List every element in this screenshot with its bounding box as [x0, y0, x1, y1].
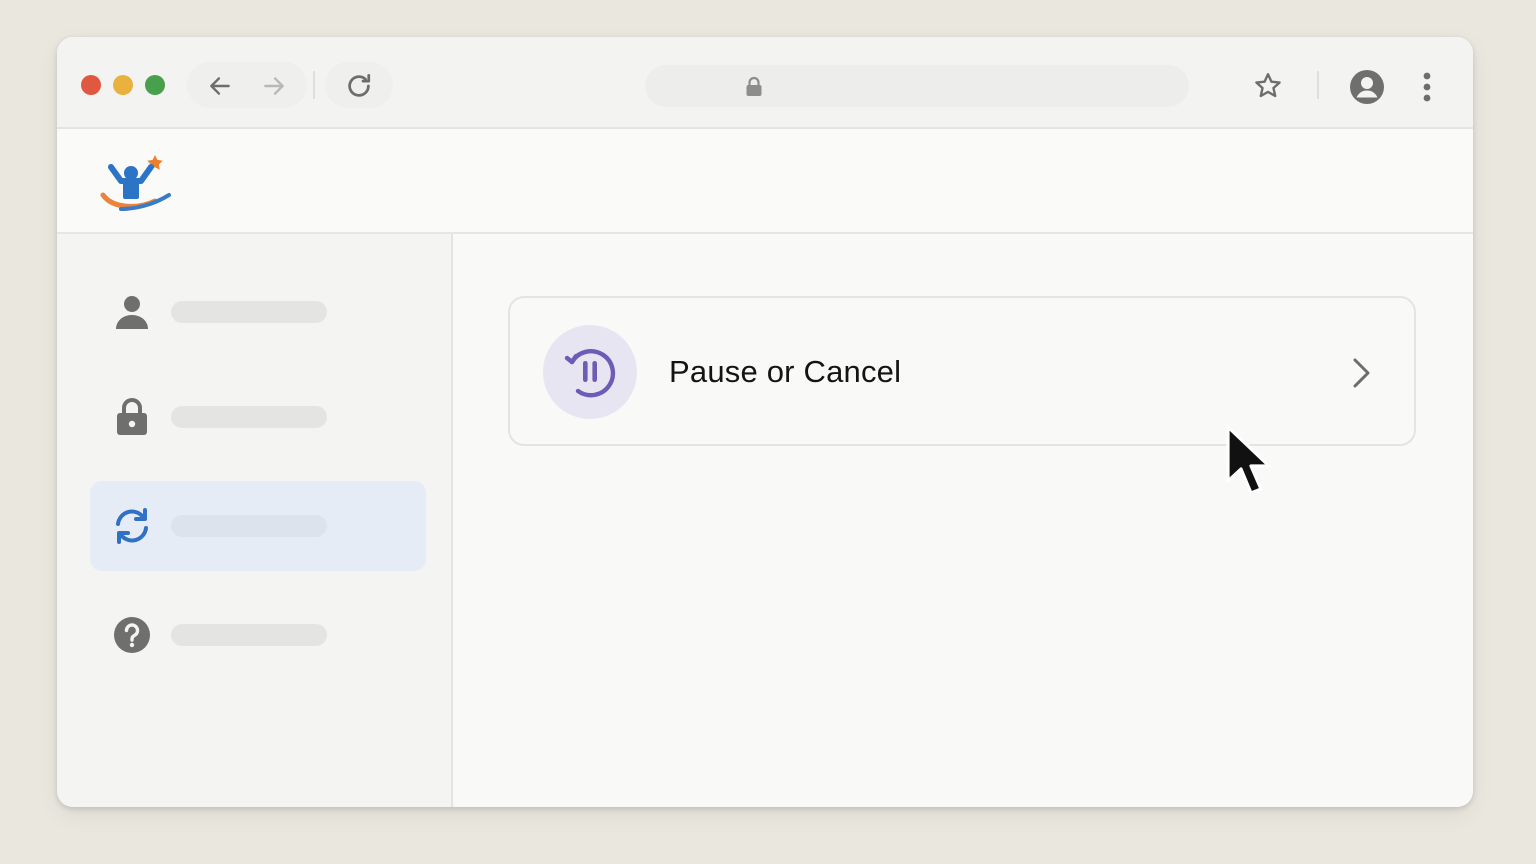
close-window-button[interactable] [81, 75, 101, 95]
arrow-right-icon [264, 77, 284, 95]
help-circle-icon [112, 615, 152, 655]
sidebar-item-label-placeholder [171, 515, 327, 537]
lock-icon [746, 76, 762, 96]
secure-lock-indicator[interactable] [743, 75, 765, 99]
browser-menu-button[interactable] [1415, 69, 1439, 105]
browser-window: Pause or Cancel [57, 37, 1473, 807]
address-bar[interactable] [645, 65, 1189, 107]
site-header [57, 129, 1473, 234]
reload-button[interactable] [343, 70, 375, 102]
person-with-star-logo [100, 155, 171, 211]
pause-or-cancel-card[interactable]: Pause or Cancel [508, 296, 1416, 446]
pause-cycle-icon-badge [543, 325, 637, 419]
sidebar-item-profile[interactable] [90, 267, 426, 357]
sidebar [57, 234, 453, 807]
sidebar-item-subscription[interactable] [90, 481, 426, 571]
pause-cycle-icon [564, 349, 616, 398]
toolbar-separator-2 [1317, 71, 1319, 99]
minimize-window-button[interactable] [113, 75, 133, 95]
forward-button[interactable] [259, 71, 289, 101]
back-button[interactable] [205, 71, 235, 101]
site-logo[interactable] [99, 149, 173, 217]
toolbar-separator [313, 71, 315, 99]
sidebar-item-label-placeholder [171, 301, 327, 323]
sidebar-item-security[interactable] [90, 372, 426, 462]
person-icon [112, 292, 152, 332]
sidebar-item-label-placeholder [171, 624, 327, 646]
browser-toolbar [57, 37, 1473, 129]
mouse-pointer-icon [1226, 425, 1271, 495]
chevron-right-icon [1353, 358, 1370, 388]
main-content: Pause or Cancel [455, 234, 1473, 807]
reload-icon [348, 74, 371, 97]
card-title: Pause or Cancel [669, 354, 902, 389]
sync-icon [112, 506, 152, 546]
profile-button[interactable] [1349, 69, 1385, 105]
account-circle-icon [1350, 70, 1384, 104]
maximize-window-button[interactable] [145, 75, 165, 95]
sidebar-item-help[interactable] [90, 590, 426, 680]
lock-icon [112, 397, 152, 437]
sidebar-item-label-placeholder [171, 406, 327, 428]
star-icon [1255, 73, 1281, 98]
kebab-menu-icon [1423, 72, 1431, 102]
arrow-left-icon [210, 77, 230, 95]
bookmark-button[interactable] [1251, 69, 1285, 103]
